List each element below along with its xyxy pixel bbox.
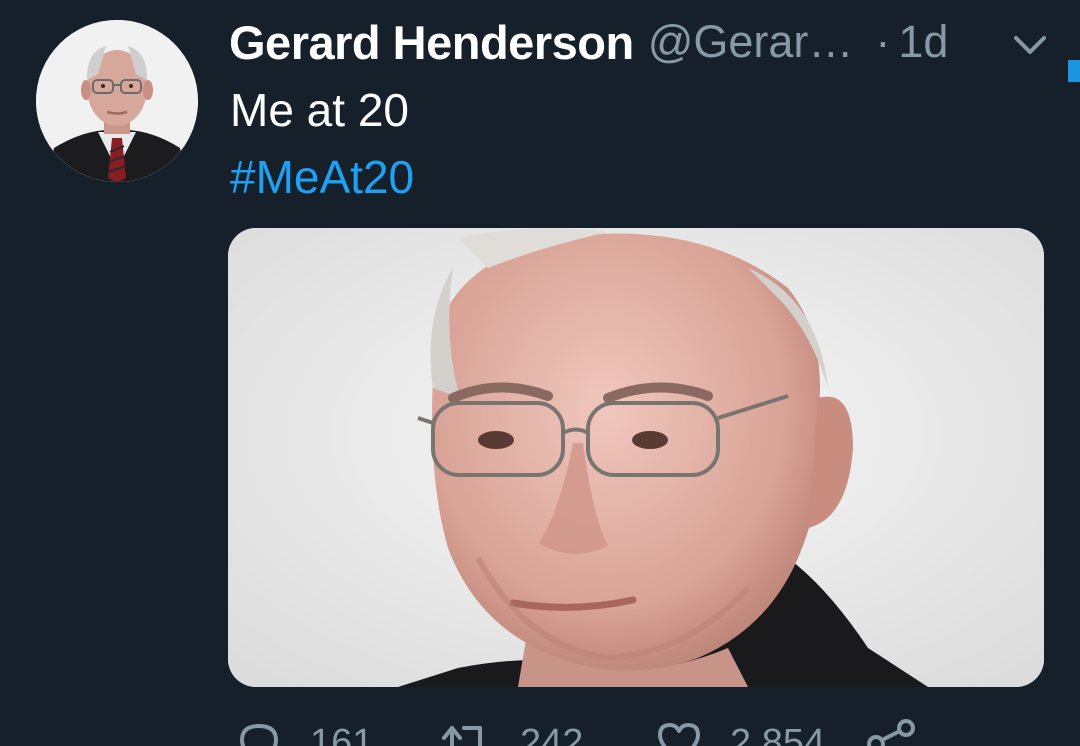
share-button[interactable] xyxy=(866,718,916,746)
avatar[interactable] xyxy=(36,20,198,182)
hashtag-link[interactable]: #MeAt20 xyxy=(230,150,414,204)
author-handle[interactable]: @Gerar… xyxy=(648,16,854,68)
edge-indicator xyxy=(1068,60,1080,82)
author-name[interactable]: Gerard Henderson xyxy=(229,15,634,70)
portrait-photo xyxy=(228,228,1044,687)
reply-icon xyxy=(240,724,278,746)
like-button[interactable]: 2,854 xyxy=(656,720,825,746)
like-count: 2,854 xyxy=(730,721,826,746)
tweet-text: Me at 20 xyxy=(230,84,409,136)
separator-dot: · xyxy=(875,16,891,67)
reply-count: 161 xyxy=(310,721,374,746)
avatar-photo xyxy=(36,20,198,182)
retweet-count: 242 xyxy=(520,721,584,746)
retweet-button[interactable]: 242 xyxy=(440,720,583,746)
tweet-menu-button[interactable] xyxy=(1010,30,1050,60)
timestamp[interactable]: 1d xyxy=(898,16,948,68)
share-icon xyxy=(867,719,915,746)
tweet-header: Gerard Henderson @Gerar… · 1d xyxy=(229,14,948,70)
tweet-media-image[interactable] xyxy=(228,228,1044,687)
retweet-icon xyxy=(442,726,482,746)
reply-button[interactable]: 161 xyxy=(236,720,373,746)
action-bar: 161 242 2,854 xyxy=(0,700,1080,746)
chevron-down-icon xyxy=(1014,36,1046,54)
tweet[interactable]: Gerard Henderson @Gerar… · 1d Me at 20 #… xyxy=(0,0,1080,746)
heart-icon xyxy=(658,723,700,746)
